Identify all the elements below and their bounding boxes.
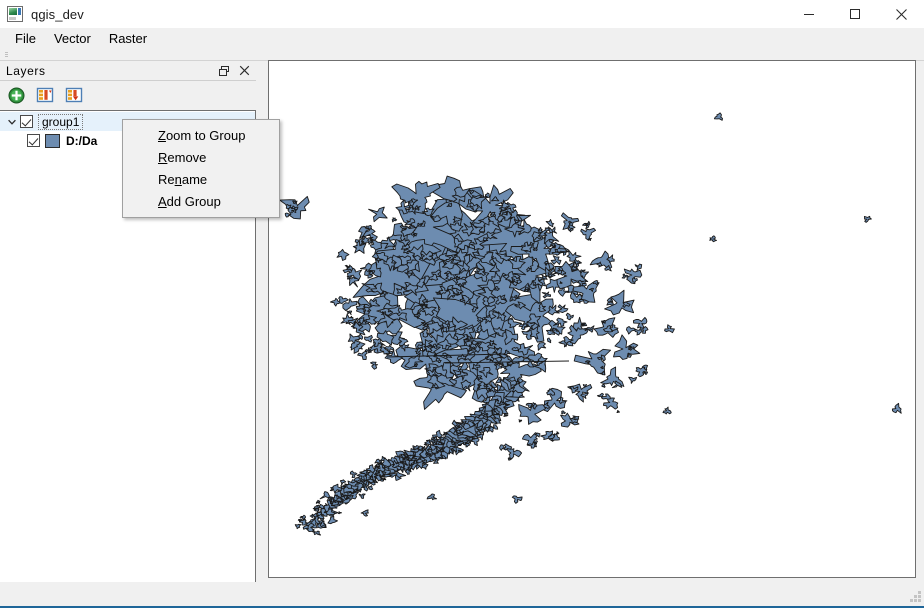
status-bar <box>0 582 924 604</box>
ctx-addgroup-mnemonic: A <box>158 193 167 209</box>
layer-visibility-checkbox[interactable] <box>27 134 40 147</box>
green-plus-icon[interactable] <box>6 85 26 105</box>
ctx-remove-rest: emove <box>167 149 207 165</box>
toolbar-grip[interactable] <box>5 52 8 58</box>
ctx-zoom-mnemonic: Z <box>158 127 166 143</box>
layers-panel-header: Layers <box>0 62 256 81</box>
context-menu-item-zoom-to-group[interactable]: Zoom to Group <box>123 124 279 146</box>
layers-panel-title: Layers <box>6 64 46 78</box>
ctx-zoom-rest: oom to Group <box>165 127 246 143</box>
context-menu-item-rename[interactable]: Re n ame <box>123 168 279 190</box>
layers-panel-header-buttons <box>216 63 252 78</box>
ctx-rename-mnemonic: n <box>174 171 182 187</box>
map-vector-layer <box>279 112 902 536</box>
ctx-addgroup-rest: dd Group <box>166 193 221 209</box>
minimize-button[interactable] <box>786 0 832 28</box>
context-menu-item-remove[interactable]: Remove <box>123 146 279 168</box>
menu-bar: File Vector Raster <box>0 28 924 50</box>
chevron-down-icon[interactable] <box>4 114 20 130</box>
title-bar: qgis_dev <box>0 0 924 28</box>
maximize-button[interactable] <box>832 0 878 28</box>
expand-all-icon[interactable] <box>35 85 55 105</box>
context-menu-item-add-group[interactable]: Add Group <box>123 190 279 212</box>
ctx-remove-mnemonic: R <box>158 149 168 165</box>
close-panel-icon[interactable] <box>237 63 252 78</box>
window-controls <box>786 0 924 28</box>
ctx-rename-pre: Re <box>158 171 175 187</box>
group-name-label[interactable]: group1 <box>38 113 84 130</box>
float-panel-icon[interactable] <box>216 63 231 78</box>
close-button[interactable] <box>878 0 924 28</box>
resize-grip[interactable] <box>908 589 921 602</box>
map-canvas[interactable] <box>268 60 916 578</box>
menu-file[interactable]: File <box>6 29 45 49</box>
menu-raster[interactable]: Raster <box>100 29 156 49</box>
qgis-main-window: qgis_dev File Vector Raster Layers group… <box>0 0 924 608</box>
layers-toolbar <box>0 81 256 109</box>
layer-name-label[interactable]: D:/Da <box>66 134 97 148</box>
group-context-menu: Zoom to Group Remove Re n ame Add Group <box>122 119 280 218</box>
layer-symbol-swatch <box>45 133 60 148</box>
window-title: qgis_dev <box>31 6 84 22</box>
menu-vector[interactable]: Vector <box>45 29 100 49</box>
group-visibility-checkbox[interactable] <box>20 115 33 128</box>
collapse-all-icon[interactable] <box>64 85 84 105</box>
ctx-rename-rest: ame <box>181 171 208 187</box>
app-window-icon <box>7 6 23 22</box>
